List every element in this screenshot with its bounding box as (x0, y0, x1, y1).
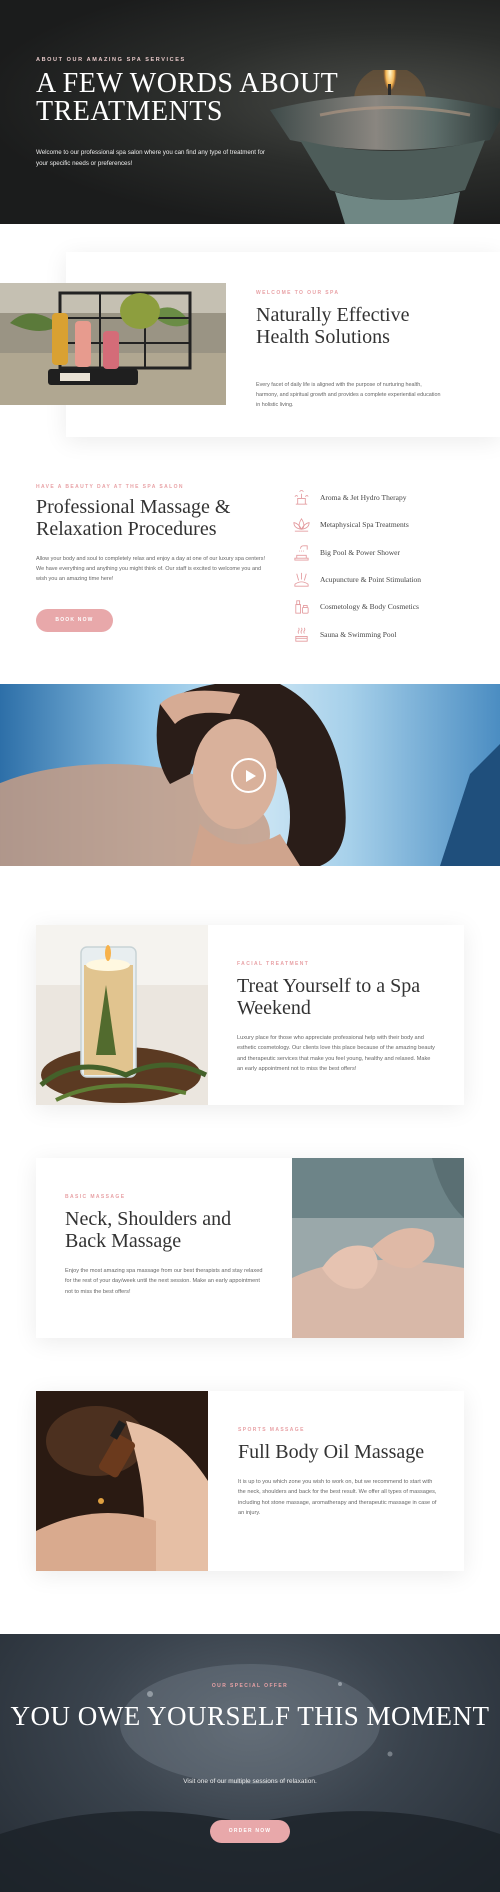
water-splash-image (0, 1664, 500, 1892)
service-item: Sauna & Swimming Pool (292, 620, 421, 647)
feature-overline: BASIC MASSAGE (65, 1194, 126, 1200)
feature-overline: SPORTS MASSAGE (238, 1427, 305, 1433)
feature-text: Enjoy the most amazing spa massage from … (65, 1268, 263, 1295)
sauna-icon (295, 627, 308, 642)
play-icon[interactable] (231, 758, 266, 793)
professional-section: HAVE A BEAUTY DAY AT THE SPA SALON Profe… (0, 458, 500, 684)
service-item: Metaphysical Spa Treatments (292, 511, 421, 538)
feature-section-3: SPORTS MASSAGE Full Body Oil Massage It … (0, 1391, 500, 1624)
hero-text: Welcome to our professional spa salon wh… (36, 149, 265, 167)
natural-overline: WELCOME TO OUR SPA (256, 290, 340, 296)
professional-overline: HAVE A BEAUTY DAY AT THE SPA SALON (36, 484, 184, 490)
service-item: Cosmetology & Body Cosmetics (292, 593, 421, 620)
cosmetics-icon (295, 600, 309, 614)
candle-herbs-image (36, 925, 208, 1105)
service-label: Sauna & Swimming Pool (320, 629, 397, 639)
aroma-icon (294, 490, 309, 505)
service-label: Cosmetology & Body Cosmetics (320, 602, 419, 612)
services-list: Aroma & Jet Hydro Therapy Metaphysical S… (292, 484, 421, 648)
natural-title: Naturally Effective Health Solutions (256, 304, 410, 348)
feature-overline: FACIAL TREATMENT (237, 961, 310, 967)
natural-text: Every facet of daily life is aligned wit… (256, 382, 441, 408)
book-now-button[interactable]: BOOK NOW (36, 609, 113, 632)
acupuncture-icon (294, 572, 309, 587)
service-label: Big Pool & Power Shower (320, 547, 401, 557)
feature-title: Full Body Oil Massage (238, 1441, 425, 1463)
feature-text-block: BASIC MASSAGE Neck, Shoulders and Back M… (65, 1194, 265, 1297)
service-label: Aroma & Jet Hydro Therapy (320, 493, 407, 503)
feature-text-block: FACIAL TREATMENT Treat Yourself to a Spa… (237, 961, 437, 1075)
shower-icon (294, 545, 309, 561)
feature-title: Treat Yourself to a Spa Weekend (237, 975, 421, 1019)
feature-section-1: FACIAL TREATMENT Treat Yourself to a Spa… (0, 925, 500, 1158)
hero-section: ABOUT OUR AMAZING SPA SERVICES A FEW WOR… (0, 0, 500, 224)
service-item: Big Pool & Power Shower (292, 539, 421, 566)
offer-title: YOU OWE YOURSELF THIS MOMENT (10, 1701, 490, 1731)
hero-overline: ABOUT OUR AMAZING SPA SERVICES (36, 57, 186, 63)
back-massage-image (292, 1158, 464, 1338)
professional-title: Professional Massage & Relaxation Proced… (36, 496, 231, 540)
service-item: Aroma & Jet Hydro Therapy (292, 484, 421, 511)
natural-section: WELCOME TO OUR SPA Naturally Effective H… (0, 224, 500, 458)
service-label: Acupuncture & Point Stimulation (320, 575, 422, 585)
service-item: Acupuncture & Point Stimulation (292, 566, 421, 593)
feature-title: Neck, Shoulders and Back Massage (65, 1208, 232, 1252)
professional-text: Allow your body and soul to completely r… (36, 556, 265, 582)
oil-dropper-image (36, 1391, 208, 1571)
offer-text: Visit one of our multiple sessions of re… (183, 1778, 317, 1785)
lotus-icon (293, 518, 310, 533)
offer-overline: OUR SPECIAL OFFER (211, 1683, 289, 1689)
hero-title: A FEW WORDS ABOUT TREATMENTS (36, 68, 338, 127)
feature-text-block: SPORTS MASSAGE Full Body Oil Massage It … (238, 1427, 438, 1519)
video-section (0, 684, 500, 866)
service-label: Metaphysical Spa Treatments (320, 520, 409, 530)
order-now-button[interactable]: ORDER NOW (210, 1820, 290, 1843)
feature-section-2: BASIC MASSAGE Neck, Shoulders and Back M… (0, 1158, 500, 1391)
feature-text: Luxury place for those who appreciate pr… (237, 1035, 435, 1073)
feature-text: It is up to you which zone you wish to w… (238, 1479, 437, 1517)
offer-section: OUR SPECIAL OFFER YOU OWE YOURSELF THIS … (0, 1634, 500, 1892)
bottles-basket-image (0, 283, 226, 405)
